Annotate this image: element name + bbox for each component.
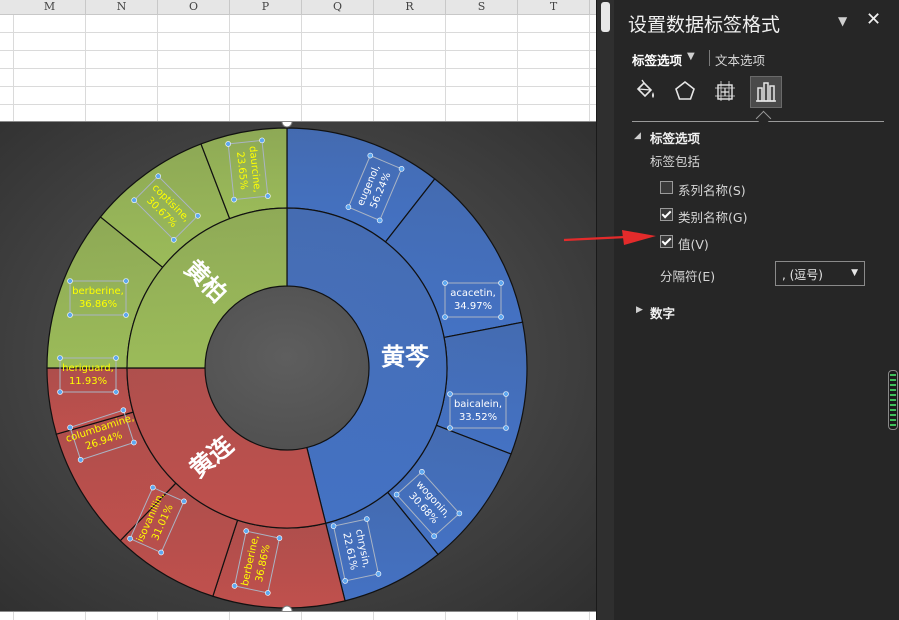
selection-handle[interactable] <box>447 425 453 431</box>
fill-line-tool[interactable] <box>630 76 660 106</box>
outer-label-value[interactable]: 34.97% <box>454 301 492 312</box>
section-label-options[interactable]: 标签选项 <box>650 128 700 147</box>
column-header-M[interactable]: M <box>14 0 86 14</box>
column-header-O[interactable]: O <box>158 0 230 14</box>
chevron-down-icon[interactable]: ▼ <box>687 51 695 62</box>
bar-chart-icon <box>756 82 776 102</box>
chart-resize-handle[interactable] <box>281 122 293 128</box>
checkbox-box[interactable] <box>660 181 673 194</box>
outer-label-name[interactable]: berberine, <box>72 286 124 297</box>
section-number[interactable]: 数字 <box>650 303 675 322</box>
pane-scrollbar[interactable] <box>888 370 898 430</box>
grid-line <box>0 86 596 87</box>
sunburst-chart[interactable]: 黄芩 黄连 黄柏 eugenol, 56.24% acacetin, 34.97% baica… <box>0 121 596 612</box>
checkbox-box[interactable] <box>660 208 673 221</box>
column-header-N[interactable]: N <box>86 0 158 14</box>
selection-handle[interactable] <box>259 137 265 144</box>
paint-bucket-icon <box>636 79 654 98</box>
pane-options-dropdown[interactable]: ▼ <box>838 14 847 28</box>
selection-handle[interactable] <box>57 355 63 361</box>
grid-line <box>0 68 596 69</box>
selection-handle[interactable] <box>503 391 509 397</box>
outer-label-name[interactable]: heriguard, <box>62 363 114 374</box>
sheet-vertical-scrollbar[interactable] <box>596 0 615 620</box>
grid-line <box>0 32 596 33</box>
outer-label-value[interactable]: 11.93% <box>69 376 107 387</box>
selected-tool-caret <box>755 110 772 127</box>
selection-handle[interactable] <box>498 280 504 286</box>
selection-handle[interactable] <box>67 312 73 318</box>
tab-text-options[interactable]: 文本选项 <box>715 50 765 69</box>
selection-handle[interactable] <box>67 278 73 284</box>
selection-handle[interactable] <box>113 389 119 395</box>
pentagon-icon <box>675 80 695 100</box>
tab-label-options[interactable]: 标签选项 <box>632 50 682 69</box>
size-properties-tool[interactable] <box>710 76 740 106</box>
selection-handle[interactable] <box>447 391 453 397</box>
selection-handle[interactable] <box>57 389 63 395</box>
collapse-triangle-icon[interactable]: ◢ <box>634 131 641 141</box>
separator-select[interactable]: , (逗号) ▼ <box>775 261 865 286</box>
column-header-P[interactable]: P <box>230 0 302 14</box>
pane-title: 设置数据标签格式 <box>628 14 781 36</box>
column-header-Q[interactable]: Q <box>302 0 374 14</box>
selection-handle[interactable] <box>231 196 237 203</box>
selection-handle[interactable] <box>123 312 129 318</box>
selection-handle[interactable] <box>113 355 119 361</box>
selection-handle[interactable] <box>265 193 271 199</box>
tab-divider <box>709 50 710 66</box>
checkbox-box[interactable] <box>660 235 673 248</box>
grid-line <box>0 50 596 51</box>
chart-svg[interactable]: 黄芩黄连黄柏eugenol,56.24%acacetin,34.97%baica… <box>0 122 596 611</box>
annotation-arrow-icon <box>563 230 656 245</box>
expand-triangle-icon[interactable]: ▶ <box>636 305 643 315</box>
outer-label-name[interactable]: baicalein, <box>454 399 502 410</box>
column-header-R[interactable]: R <box>374 0 446 14</box>
grid-line <box>0 104 596 105</box>
format-data-labels-pane: 设置数据标签格式 ▼ ✕ 标签选项 ▼ 文本选项 ◢ 标签选项 标签包括 系列名… <box>614 0 899 620</box>
column-header-T[interactable]: T <box>518 0 590 14</box>
close-pane-button[interactable]: ✕ <box>866 9 881 30</box>
outer-label-name[interactable]: acacetin, <box>450 288 496 299</box>
chevron-down-icon: ▼ <box>838 14 848 28</box>
effects-tool[interactable] <box>670 76 700 106</box>
outer-label-value[interactable]: 33.52% <box>459 412 497 423</box>
spreadsheet-area[interactable]: MNOPQRST 黄芩 黄连 黄柏 eugenol, 56.24% acacetin, 34… <box>0 0 596 620</box>
chevron-down-icon: ▼ <box>851 268 858 278</box>
inner-data-label[interactable]: 黄芩 <box>381 343 430 371</box>
selection-handle[interactable] <box>442 280 448 286</box>
size-properties-icon <box>715 81 735 101</box>
label-options-tool[interactable] <box>750 76 782 108</box>
selection-handle[interactable] <box>503 425 509 431</box>
selection-handle[interactable] <box>498 314 504 320</box>
scrollbar-thumb[interactable] <box>601 2 610 32</box>
column-header-S[interactable]: S <box>446 0 518 14</box>
selection-handle[interactable] <box>123 278 129 284</box>
column-header-row: MNOPQRST <box>0 0 596 15</box>
selection-handle[interactable] <box>442 314 448 320</box>
outer-label-value[interactable]: 36.86% <box>79 299 117 310</box>
label-contains-heading: 标签包括 <box>650 154 701 169</box>
separator-label: 分隔符(E) <box>660 269 716 284</box>
selection-handle[interactable] <box>225 141 231 147</box>
